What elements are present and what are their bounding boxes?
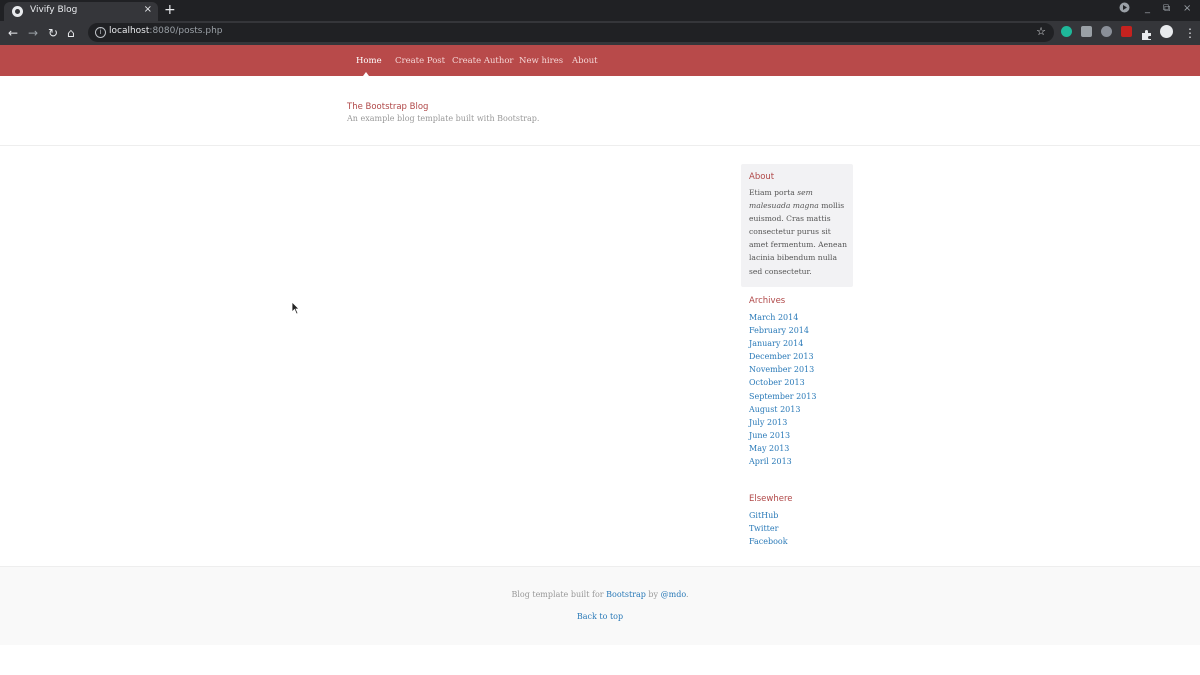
mouse-cursor-icon [291,300,300,319]
nav-home[interactable]: Home [356,56,382,66]
forward-arrow-icon[interactable]: → [28,25,38,41]
archive-link[interactable]: June 2013 [749,429,816,442]
about-heading: About [749,172,775,182]
archive-link[interactable]: February 2014 [749,324,816,337]
back-to-top-link[interactable]: Back to top [0,612,1200,621]
blog-header: The Bootstrap Blog An example blog templ… [0,76,1200,146]
archive-link[interactable]: October 2013 [749,376,816,389]
extension-icon[interactable] [1061,26,1072,37]
blog-title: The Bootstrap Blog [347,102,429,112]
site-navbar: Home Create Post Create Author New hires… [0,45,1200,76]
home-icon[interactable]: ⌂ [67,25,75,41]
globe-icon [12,6,23,17]
puzzle-icon[interactable] [1141,26,1152,40]
reload-icon[interactable]: ↻ [48,25,58,41]
info-icon[interactable]: i [95,27,106,38]
extension-icon[interactable] [1101,26,1112,37]
minimize-button[interactable]: _ [1145,3,1150,14]
bootstrap-link[interactable]: Bootstrap [606,590,646,599]
extension-icon[interactable] [1121,26,1132,37]
nav-create-author[interactable]: Create Author [452,56,514,66]
extension-icon[interactable] [1081,26,1092,37]
sidebar-about-module: About Etiam porta sem malesuada magna mo… [741,164,853,287]
archive-link[interactable]: November 2013 [749,363,816,376]
twitter-link[interactable]: Twitter [749,522,788,535]
footer-credit: Blog template built for Bootstrap by @md… [511,590,689,599]
blog-footer: Blog template built for Bootstrap by @md… [0,566,1200,645]
about-text: Etiam porta sem malesuada magna mollis e… [749,188,847,276]
elsewhere-heading: Elsewhere [749,494,793,504]
archives-list: March 2014 February 2014 January 2014 De… [749,311,816,468]
archive-link[interactable]: December 2013 [749,350,816,363]
archive-link[interactable]: April 2013 [749,455,816,468]
archive-link[interactable]: July 2013 [749,416,816,429]
profile-avatar[interactable] [1160,25,1173,38]
back-arrow-icon[interactable]: ← [8,25,18,41]
bookmark-star-icon[interactable]: ☆ [1036,25,1046,38]
new-tab-button[interactable]: + [164,2,176,18]
close-tab-icon[interactable]: × [144,4,152,15]
window-close-button[interactable]: × [1183,3,1191,14]
github-link[interactable]: GitHub [749,509,788,522]
nav-about[interactable]: About [572,56,598,66]
menu-icon[interactable]: ⋮ [1184,25,1196,41]
nav-new-hires[interactable]: New hires [519,56,563,66]
mdo-link[interactable]: @mdo [661,590,686,599]
browser-tab[interactable]: Vivify Blog × [4,2,158,21]
facebook-link[interactable]: Facebook [749,535,788,548]
nav-create-post[interactable]: Create Post [395,56,445,66]
url-text: localhost:8080/posts.php [109,26,223,36]
address-bar[interactable]: i localhost:8080/posts.php ☆ [88,23,1054,42]
archive-link[interactable]: September 2013 [749,390,816,403]
archive-link[interactable]: January 2014 [749,337,816,350]
blog-description: An example blog template built with Boot… [347,114,540,123]
media-icon[interactable] [1119,2,1130,16]
archive-link[interactable]: August 2013 [749,403,816,416]
restore-button[interactable]: ⧉ [1163,3,1170,14]
browser-tab-strip: Vivify Blog × + _ ⧉ × [0,0,1200,21]
archives-heading: Archives [749,296,786,306]
archive-link[interactable]: May 2013 [749,442,816,455]
archive-link[interactable]: March 2014 [749,311,816,324]
tab-title: Vivify Blog [30,5,78,15]
elsewhere-list: GitHub Twitter Facebook [749,509,788,548]
browser-toolbar: ← → ↻ ⌂ i localhost:8080/posts.php ☆ ⋮ [0,21,1200,45]
